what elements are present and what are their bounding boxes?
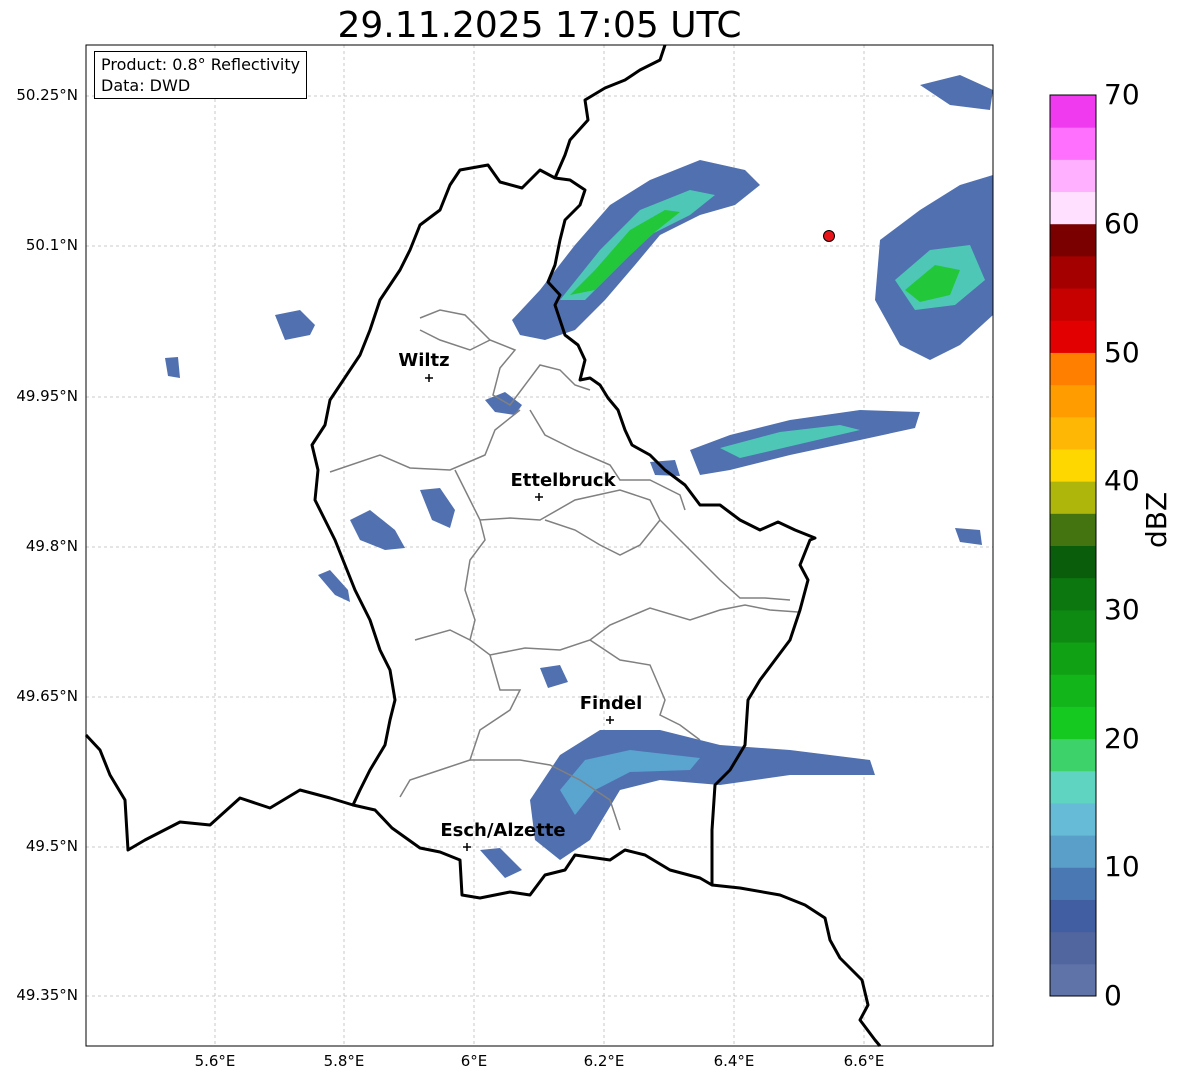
esch-marker: [463, 843, 471, 851]
colorbar-swatch: [1050, 770, 1096, 804]
ettelbruck-marker: [535, 493, 543, 501]
lat-tick-label: 49.65°N: [16, 687, 78, 705]
colorbar-swatch: [1050, 127, 1096, 160]
city-label-findel: Findel: [579, 693, 643, 714]
findel-marker: [606, 716, 614, 724]
echo-band-north: [512, 160, 760, 340]
colorbar-tick-label: 20: [1104, 722, 1140, 755]
border-north: [553, 44, 667, 179]
colorbar-swatch: [1050, 191, 1096, 225]
colorbar-swatch: [1050, 867, 1096, 900]
echo-small-10: [165, 357, 180, 378]
border-belgium-france: [84, 733, 354, 852]
colorbar-tick-label: 50: [1104, 336, 1140, 369]
colorbar-swatch: [1050, 802, 1096, 836]
colorbar-tick-label: 60: [1104, 207, 1140, 240]
lon-tick-label: 5.8°E: [323, 1052, 365, 1070]
colorbar-tick-label: 10: [1104, 850, 1140, 883]
lon-tick-label: 6.2°E: [583, 1052, 625, 1070]
data-source-label: Data: DWD: [101, 76, 191, 95]
colorbar-swatch: [1050, 223, 1096, 257]
echo-small-9: [955, 528, 982, 545]
colorbar-swatch: [1050, 320, 1096, 353]
lat-tick-label: 49.8°N: [25, 537, 78, 555]
map-frame: [85, 44, 994, 1047]
lon-tick-label: 6.6°E: [843, 1052, 885, 1070]
radar-site-marker: [823, 230, 835, 242]
wiltz-marker: [425, 374, 433, 382]
lat-tick-label: 50.25°N: [16, 86, 78, 104]
lon-tick-label: 6°E: [460, 1052, 488, 1070]
colorbar-swatch: [1050, 835, 1096, 868]
colorbar-swatch: [1050, 448, 1096, 482]
colorbar-swatch: [1050, 674, 1096, 707]
colorbar-swatch: [1050, 577, 1096, 611]
radar-map: [84, 44, 1097, 1047]
lat-tick-label: 49.5°N: [25, 837, 78, 855]
echo-small-4: [318, 570, 350, 602]
colorbar-swatch: [1050, 95, 1096, 128]
colorbar-swatch: [1050, 738, 1096, 772]
city-label-wiltz: Wiltz: [398, 350, 450, 371]
national-borders: [84, 44, 882, 1047]
colorbar-tick-label: 40: [1104, 464, 1140, 497]
echo-small-3: [420, 488, 455, 528]
border-germany-france: [711, 883, 882, 1047]
colorbar-swatch: [1050, 642, 1096, 675]
lon-tick-label: 6.4°E: [713, 1052, 755, 1070]
echo-small-5: [275, 310, 315, 340]
colorbar-swatch: [1050, 963, 1096, 997]
colorbar-swatch: [1050, 899, 1096, 933]
colorbar-tick-label: 0: [1104, 979, 1122, 1012]
colorbar-tick-label: 70: [1104, 78, 1140, 111]
colorbar-swatch: [1050, 159, 1096, 193]
city-label-esch: Esch/Alzette: [440, 820, 566, 841]
colorbar-swatch: [1050, 352, 1096, 386]
product-info-box: Product: 0.8° Reflectivity Data: DWD: [94, 51, 308, 99]
colorbar-swatch: [1050, 513, 1096, 546]
colorbar-tick-label: 30: [1104, 593, 1140, 626]
colorbar-swatch: [1050, 609, 1096, 643]
colorbar-swatch: [1050, 481, 1096, 514]
colorbar-swatch: [1050, 706, 1096, 740]
graticule: [86, 45, 993, 1046]
colorbar: [1050, 95, 1096, 997]
colorbar-swatch: [1050, 384, 1096, 418]
colorbar-swatch: [1050, 931, 1096, 965]
echo-small-7: [540, 665, 568, 688]
lon-tick-label: 5.6°E: [194, 1052, 236, 1070]
city-label-ettelbruck: Ettelbruck: [510, 470, 616, 491]
colorbar-unit-label: dBZ: [1140, 491, 1173, 548]
product-label: Product: 0.8° Reflectivity: [101, 55, 301, 74]
echo-small-2: [350, 510, 405, 550]
lat-tick-label: 49.95°N: [16, 387, 78, 405]
echo-small-8: [480, 848, 522, 878]
colorbar-swatch: [1050, 255, 1096, 289]
colorbar-swatch: [1050, 416, 1096, 450]
lat-tick-label: 49.35°N: [16, 986, 78, 1004]
colorbar-swatch: [1050, 545, 1096, 579]
lat-tick-label: 50.1°N: [25, 236, 78, 254]
echo-small-1: [920, 75, 993, 110]
colorbar-swatch: [1050, 288, 1096, 321]
